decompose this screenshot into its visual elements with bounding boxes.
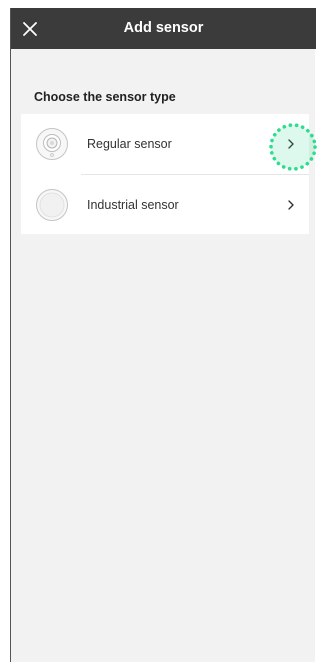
sensor-type-label: Industrial sensor: [87, 198, 179, 212]
close-button[interactable]: [17, 16, 43, 42]
chevron-right-icon: [288, 139, 294, 149]
phone-frame: Add sensor Choose the sensor type Regula…: [0, 0, 317, 662]
close-icon: [23, 22, 37, 36]
sensor-type-label: Regular sensor: [87, 137, 172, 151]
sensor-type-industrial[interactable]: Industrial sensor: [21, 175, 309, 235]
app-header: Add sensor: [11, 8, 316, 49]
sensor-type-list: Regular sensor Industrial sensor: [21, 114, 317, 235]
app-screen: Add sensor Choose the sensor type Regula…: [10, 8, 317, 662]
industrial-sensor-icon: [36, 189, 68, 221]
sensor-type-regular[interactable]: Regular sensor: [21, 114, 309, 175]
chevron-right-icon: [288, 200, 294, 210]
section-title: Choose the sensor type: [34, 90, 176, 104]
regular-sensor-icon: [36, 128, 68, 160]
page-title: Add sensor: [123, 20, 204, 36]
